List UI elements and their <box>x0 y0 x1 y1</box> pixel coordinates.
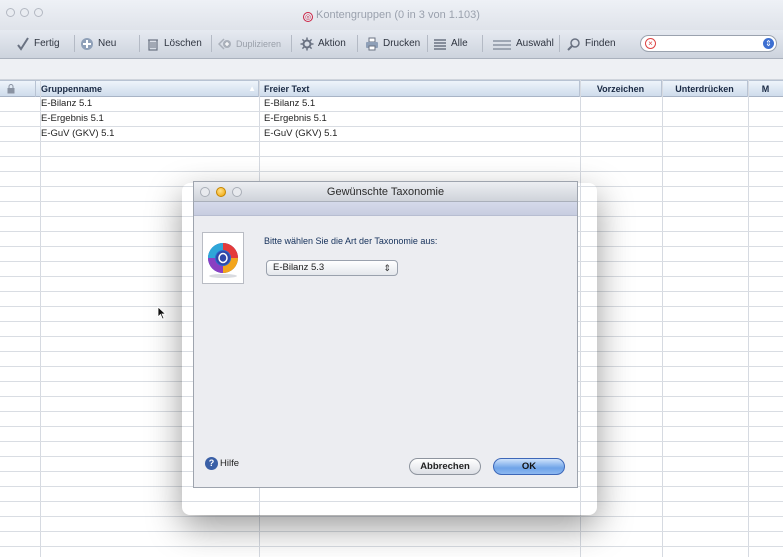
trash-icon <box>148 38 158 51</box>
empty-table-row <box>0 502 783 517</box>
empty-table-row <box>0 487 783 502</box>
empty-table-row <box>0 547 783 557</box>
clear-search-icon[interactable]: × <box>645 38 656 49</box>
dialog-title: Gewünschte Taxonomie <box>326 186 445 198</box>
auswahl-button[interactable]: Auswahl <box>492 35 554 52</box>
cell-freier-text[interactable]: E-Bilanz 5.1 <box>259 97 315 111</box>
table-row[interactable]: E-Bilanz 5.1 E-Bilanz 5.1 <box>0 97 783 112</box>
duplicate-icon <box>218 37 231 50</box>
window-titlebar: ◎ Kontengruppen (0 in 3 von 1.103) <box>0 0 783 31</box>
cell-freier-text[interactable]: E-Ergebnis 5.1 <box>259 112 327 126</box>
lock-column-header[interactable] <box>0 81 36 97</box>
column-header-freier-text[interactable]: Freier Text <box>259 81 580 97</box>
cell-m[interactable] <box>748 97 753 111</box>
cell-vorzeichen[interactable] <box>580 97 585 111</box>
column-header-label: M <box>761 84 770 94</box>
auswahl-label: Auswahl <box>516 38 554 49</box>
magnifier-icon <box>567 37 580 51</box>
printer-icon <box>366 37 378 50</box>
cell-unterdruecken[interactable] <box>662 127 667 141</box>
help-icon: ? <box>205 457 218 470</box>
table-row[interactable]: E-GuV (GKV) 5.1 E-GuV (GKV) 5.1 <box>0 127 783 142</box>
finden-label: Finden <box>585 38 616 49</box>
finden-button[interactable]: Finden <box>567 35 616 52</box>
toolbar-separator <box>74 35 75 52</box>
loeschen-button[interactable]: Löschen <box>146 35 202 52</box>
dialog-prompt: Bitte wählen Sie die Art der Taxonomie a… <box>264 236 438 246</box>
help-button[interactable]: ? Hilfe <box>205 457 239 470</box>
empty-table-row <box>0 517 783 532</box>
cell-gruppenname[interactable]: E-GuV (GKV) 5.1 <box>36 127 114 141</box>
drucken-label: Drucken <box>383 38 421 49</box>
cell-gruppenname[interactable]: E-Bilanz 5.1 <box>36 97 92 111</box>
cell-m[interactable] <box>748 112 753 126</box>
empty-table-row <box>0 142 783 157</box>
cell-freier-text[interactable]: E-GuV (GKV) 5.1 <box>259 127 337 141</box>
toolbar: Fertig Neu Löschen Duplizieren Aktion Dr… <box>0 30 783 59</box>
toolbar-separator <box>139 35 140 52</box>
help-label: Hilfe <box>220 458 240 469</box>
window-title: ◎ Kontengruppen (0 in 3 von 1.103) <box>303 9 480 22</box>
column-header-label: Gruppenname <box>41 84 103 94</box>
aktion-button[interactable]: Aktion <box>300 35 346 52</box>
sort-arrow-icon: ▲ <box>248 84 256 93</box>
fertig-button[interactable]: Fertig <box>16 35 60 52</box>
taxonomie-select[interactable]: E-Bilanz 5.3 ⇕ <box>266 260 398 276</box>
app-logo <box>202 232 244 284</box>
dialog-titlebar: Gewünschte Taxonomie <box>194 182 577 202</box>
drucken-button[interactable]: Drucken <box>365 35 420 52</box>
dialog-band <box>194 202 577 216</box>
cell-gruppenname[interactable]: E-Ergebnis 5.1 <box>36 112 104 126</box>
gear-icon <box>300 37 314 50</box>
column-header-label: Freier Text <box>264 84 310 94</box>
cell-m[interactable] <box>748 127 753 141</box>
toolbar-strip <box>0 59 783 80</box>
column-header-gruppenname[interactable]: Gruppenname ▲ <box>36 81 259 97</box>
taxonomie-dialog: Gewünschte Taxonomie Bitte wählen Sie di… <box>193 181 578 488</box>
toolbar-separator <box>427 35 428 52</box>
table-header: Gruppenname ▲ Freier Text Vorzeichen Unte… <box>0 80 783 97</box>
selection-icon <box>493 39 511 50</box>
search-stepper-icon[interactable]: ⇕ <box>763 38 774 49</box>
empty-table-row <box>0 157 783 172</box>
aktion-label: Aktion <box>318 38 346 49</box>
duplizieren-label: Duplizieren <box>236 38 282 49</box>
neu-label: Neu <box>98 38 117 49</box>
taxonomie-select-value: E-Bilanz 5.3 <box>273 262 325 273</box>
column-header-label: Unterdrücken <box>675 84 734 94</box>
cell-unterdruecken[interactable] <box>662 97 667 111</box>
cell-vorzeichen[interactable] <box>580 127 585 141</box>
fertig-label: Fertig <box>34 38 60 49</box>
column-header-label: Vorzeichen <box>596 84 645 94</box>
toolbar-separator <box>291 35 292 52</box>
alle-label: Alle <box>451 38 468 49</box>
checkmark-icon <box>17 36 29 51</box>
toolbar-separator <box>357 35 358 52</box>
select-arrows-icon: ⇕ <box>383 263 391 273</box>
table-row[interactable]: E-Ergebnis 5.1 E-Ergebnis 5.1 <box>0 112 783 127</box>
cell-vorzeichen[interactable] <box>580 112 585 126</box>
neu-button[interactable]: Neu <box>80 35 116 52</box>
alle-button[interactable]: Alle <box>433 35 468 52</box>
lock-icon <box>7 84 15 94</box>
cell-unterdruecken[interactable] <box>662 112 667 126</box>
column-header-m[interactable]: M <box>748 81 783 97</box>
ok-button[interactable]: OK <box>493 458 565 475</box>
loeschen-label: Löschen <box>164 38 202 49</box>
empty-table-row <box>0 532 783 547</box>
toolbar-separator <box>559 35 560 52</box>
taxonomy-logo-icon <box>208 243 238 278</box>
mouse-cursor-icon <box>157 306 167 320</box>
toolbar-separator <box>482 35 483 52</box>
database-icon: ◎ <box>303 12 314 22</box>
duplizieren-button[interactable]: Duplizieren <box>218 35 281 52</box>
list-icon <box>434 38 446 50</box>
search-input[interactable]: × ⇕ <box>640 35 777 52</box>
column-header-unterdruecken[interactable]: Unterdrücken <box>662 81 748 97</box>
column-header-vorzeichen[interactable]: Vorzeichen <box>580 81 662 97</box>
toolbar-separator <box>211 35 212 52</box>
plus-icon <box>81 37 93 50</box>
cancel-button[interactable]: Abbrechen <box>409 458 481 475</box>
